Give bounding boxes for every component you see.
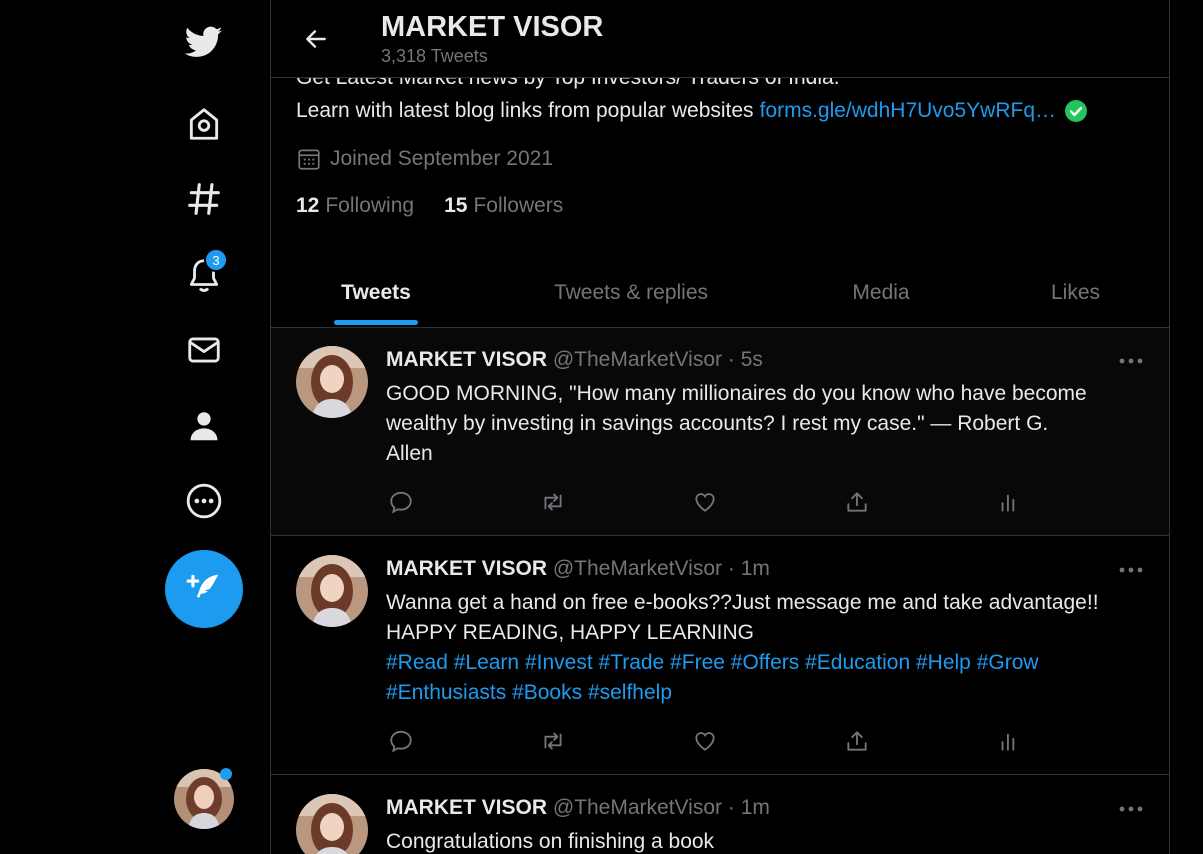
profile-column: MARKET VISOR 3,318 Tweets Get Latest Mar… — [270, 0, 1170, 854]
analytics-icon[interactable] — [994, 487, 1024, 517]
profile-person-icon[interactable] — [176, 398, 232, 454]
tweet-separator: · — [727, 348, 735, 371]
tweet-avatar[interactable] — [296, 555, 368, 627]
share-icon[interactable] — [842, 726, 872, 756]
green-check-icon — [1065, 100, 1087, 122]
tweet-actions — [386, 487, 1026, 517]
bio-line-2: Learn with latest blog links from popula… — [296, 99, 1088, 123]
tweet-handle[interactable]: @TheMarketVisor — [553, 557, 722, 580]
tweet-author-name[interactable]: MARKET VISOR — [386, 796, 547, 819]
bio-text: Learn with latest blog links from popula… — [296, 99, 754, 122]
tweet-item[interactable]: MARKET VISOR @TheMarketVisor · 1m Congra… — [271, 775, 1169, 854]
tab-likes[interactable]: Likes — [981, 258, 1169, 328]
profile-tabs: Tweets Tweets & replies Media Likes — [271, 258, 1169, 328]
tweet-author-name[interactable]: MARKET VISOR — [386, 557, 547, 580]
joined-text: Joined September 2021 — [330, 147, 553, 170]
analytics-icon[interactable] — [994, 726, 1024, 756]
tweet-text: GOOD MORNING, "How many millionaires do … — [386, 382, 1087, 465]
more-options-icon[interactable] — [1118, 804, 1144, 814]
follow-stats: 12 Following 15 Followers — [296, 194, 563, 218]
tweet-actions — [386, 726, 1026, 756]
hashtags-line[interactable]: #Enthusiasts #Books #selfhelp — [386, 678, 1156, 708]
tweet-time[interactable]: 5s — [741, 348, 763, 371]
tweet-time[interactable]: 1m — [741, 796, 770, 819]
compose-tweet-button[interactable] — [165, 550, 243, 628]
more-circle-icon[interactable] — [176, 473, 232, 529]
more-options-icon[interactable] — [1118, 565, 1144, 575]
retweet-icon[interactable] — [538, 487, 568, 517]
page-title: MARKET VISOR — [381, 11, 604, 43]
reply-icon[interactable] — [386, 726, 416, 756]
tweet-avatar[interactable] — [296, 346, 368, 418]
tweet-item[interactable]: MARKET VISOR @TheMarketVisor · 5s GOOD M… — [271, 328, 1169, 536]
left-sidebar: 3 — [0, 0, 270, 854]
tab-media[interactable]: Media — [781, 258, 981, 328]
tweet-header: MARKET VISOR @TheMarketVisor · 1m — [386, 557, 770, 581]
tweet-header: MARKET VISOR @TheMarketVisor · 1m — [386, 796, 770, 820]
tweet-item[interactable]: MARKET VISOR @TheMarketVisor · 1m Wanna … — [271, 536, 1169, 775]
reply-icon[interactable] — [386, 487, 416, 517]
tweet-header: MARKET VISOR @TheMarketVisor · 5s — [386, 348, 763, 372]
home-icon[interactable] — [176, 96, 232, 152]
profile-header: MARKET VISOR 3,318 Tweets — [271, 0, 1169, 78]
explore-hashtag-icon[interactable] — [176, 171, 232, 227]
tweet-text: Congratulations on finishing a book — [386, 830, 715, 853]
tweet-author-name[interactable]: MARKET VISOR — [386, 348, 547, 371]
tab-tweets-replies[interactable]: Tweets & replies — [481, 258, 781, 328]
bio-link[interactable]: forms.gle/wdhH7Uvo5YwRFq… — [760, 99, 1056, 123]
tweet-separator: · — [727, 796, 735, 819]
tweet-separator: · — [727, 557, 735, 580]
tweet-avatar[interactable] — [296, 794, 368, 854]
followers-link[interactable]: 15 Followers — [444, 194, 563, 218]
calendar-icon — [298, 149, 320, 170]
tweet-text: Wanna get a hand on free e-books??Just m… — [386, 588, 1156, 708]
compose-feather-icon — [186, 574, 219, 598]
account-status-dot — [220, 768, 232, 780]
more-options-icon[interactable] — [1118, 356, 1144, 366]
tweet-handle[interactable]: @TheMarketVisor — [553, 348, 722, 371]
share-icon[interactable] — [842, 487, 872, 517]
tweet-count: 3,318 Tweets — [381, 46, 488, 66]
like-heart-icon[interactable] — [690, 487, 720, 517]
notification-count-badge: 3 — [204, 248, 228, 272]
tweet-handle[interactable]: @TheMarketVisor — [553, 796, 722, 819]
joined-date: Joined September 2021 — [296, 146, 553, 172]
twitter-logo-icon[interactable] — [176, 14, 232, 70]
active-tab-indicator — [334, 320, 418, 325]
tab-tweets[interactable]: Tweets — [271, 258, 481, 328]
retweet-icon[interactable] — [538, 726, 568, 756]
back-arrow-icon[interactable] — [299, 22, 333, 56]
like-heart-icon[interactable] — [690, 726, 720, 756]
tweet-time[interactable]: 1m — [741, 557, 770, 580]
hashtags-line[interactable]: #Read #Learn #Invest #Trade #Free #Offer… — [386, 648, 1156, 678]
following-link[interactable]: 12 Following — [296, 194, 414, 218]
messages-envelope-icon[interactable] — [176, 322, 232, 378]
